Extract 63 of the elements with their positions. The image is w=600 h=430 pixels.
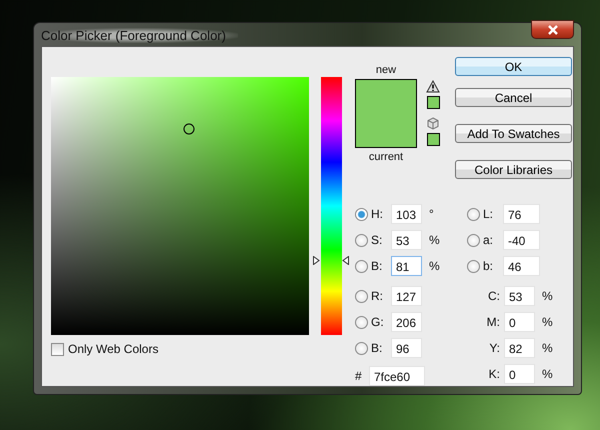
window-title: Color Picker (Foreground Color) bbox=[41, 28, 238, 43]
radio-button[interactable] bbox=[467, 208, 480, 220]
radio-button[interactable] bbox=[355, 234, 368, 246]
color-field[interactable] bbox=[51, 77, 309, 335]
hex-label: # bbox=[355, 369, 363, 383]
radio-button[interactable] bbox=[355, 316, 368, 328]
warning-icon bbox=[426, 80, 440, 93]
unit-label: % bbox=[429, 233, 440, 247]
radio-button[interactable] bbox=[355, 208, 368, 220]
field-label: B: bbox=[371, 341, 384, 355]
hue-strip[interactable] bbox=[321, 77, 342, 335]
gamut-swatch[interactable] bbox=[426, 96, 440, 109]
unit-label: % bbox=[542, 341, 553, 355]
unit-label: % bbox=[542, 289, 553, 303]
slider-handle-icon[interactable] bbox=[313, 256, 349, 265]
hex-input[interactable]: 7fce60 bbox=[369, 366, 425, 386]
web-safe-swatch[interactable] bbox=[426, 133, 440, 146]
value-input[interactable]: 96 bbox=[391, 338, 422, 358]
dialog-button[interactable]: Color Libraries bbox=[455, 160, 572, 179]
field-label: B: bbox=[371, 259, 384, 273]
current-label: current bbox=[368, 151, 404, 163]
field-label: H: bbox=[371, 207, 384, 221]
field-label: C: bbox=[487, 289, 501, 303]
value-input[interactable]: 53 bbox=[391, 230, 422, 250]
field-label: K: bbox=[488, 367, 501, 381]
value-input[interactable]: 82 bbox=[504, 338, 535, 358]
unit-label: ° bbox=[429, 207, 434, 221]
dialog-button[interactable]: OK bbox=[455, 57, 572, 76]
close-button[interactable] bbox=[531, 20, 574, 39]
field-label: b: bbox=[483, 259, 494, 273]
close-icon bbox=[546, 24, 558, 34]
field-label: M: bbox=[486, 315, 501, 329]
field-label: R: bbox=[371, 289, 384, 303]
value-input[interactable]: 81 bbox=[391, 256, 422, 276]
value-input[interactable]: 206 bbox=[391, 312, 422, 332]
value-input[interactable]: -40 bbox=[503, 230, 540, 250]
unit-label: % bbox=[542, 315, 553, 329]
web-colors-label: Only Web Colors bbox=[68, 342, 158, 356]
value-input[interactable]: 76 bbox=[503, 204, 540, 224]
value-input[interactable]: 46 bbox=[503, 256, 540, 276]
value-input[interactable]: 53 bbox=[504, 286, 535, 306]
picker-marker-icon[interactable] bbox=[183, 123, 195, 135]
field-label: Y: bbox=[488, 341, 501, 355]
field-label: S: bbox=[371, 233, 384, 247]
unit-label: % bbox=[429, 259, 440, 273]
new-label: new bbox=[376, 64, 396, 76]
radio-button[interactable] bbox=[355, 290, 368, 302]
value-input[interactable]: 0 bbox=[504, 312, 535, 332]
radio-button[interactable] bbox=[355, 260, 368, 272]
unit-label: % bbox=[542, 367, 553, 381]
radio-button[interactable] bbox=[467, 234, 480, 246]
field-label: G: bbox=[371, 315, 385, 329]
web-colors-checkbox[interactable] bbox=[51, 342, 64, 356]
cube-icon bbox=[427, 117, 439, 130]
value-input[interactable]: 0 bbox=[504, 364, 535, 384]
radio-button[interactable] bbox=[355, 342, 368, 354]
field-label: a: bbox=[483, 233, 494, 247]
radio-button[interactable] bbox=[467, 260, 480, 272]
dialog-button[interactable]: Add To Swatches bbox=[455, 124, 572, 143]
value-input[interactable]: 127 bbox=[391, 286, 422, 306]
dialog-button[interactable]: Cancel bbox=[455, 88, 572, 107]
field-label: L: bbox=[483, 207, 494, 221]
value-input[interactable]: 103 bbox=[391, 204, 422, 224]
